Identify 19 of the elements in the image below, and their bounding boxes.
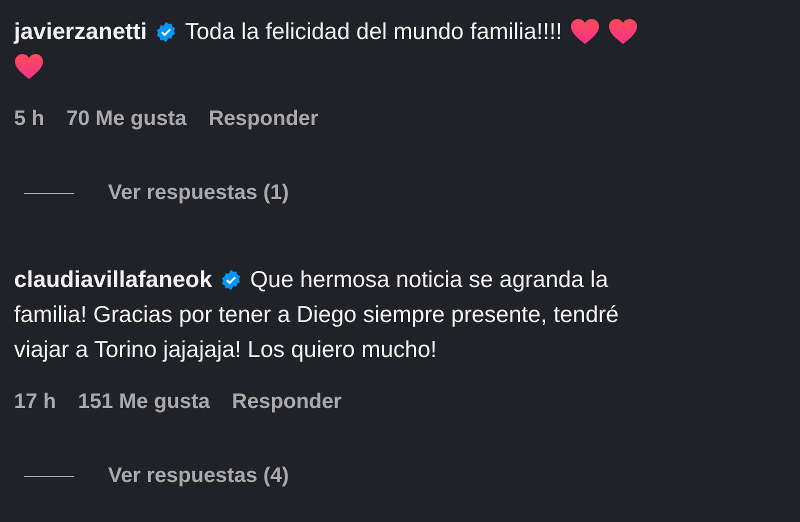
likes-count[interactable]: 151 Me gusta <box>78 390 210 414</box>
heart-icon <box>608 18 638 45</box>
comment-text: familia! Gracias por tener a Diego siempre presente, tendré <box>14 301 619 328</box>
verified-badge-icon <box>220 268 242 290</box>
heart-icon <box>570 18 600 45</box>
reply-button[interactable]: Responder <box>208 107 318 131</box>
comment-text: viajar a Torino jajajaja! Los quiero mucho! <box>14 336 437 363</box>
verified-badge-icon <box>154 20 177 42</box>
view-replies-button[interactable]: Ver respuestas (4) <box>108 464 289 488</box>
comment-text: Toda la felicidad del mundo familia!!!! <box>184 18 562 45</box>
comment-time: 5 h <box>14 107 44 131</box>
likes-count[interactable]: 70 Me gusta <box>66 107 187 131</box>
reply-button[interactable]: Responder <box>232 390 342 414</box>
view-replies-button[interactable]: Ver respuestas (1) <box>108 181 289 205</box>
username[interactable]: claudiavillafaneok <box>14 266 212 293</box>
comment-text: Que hermosa noticia se agranda la <box>250 266 608 293</box>
heart-icon <box>14 53 44 80</box>
comment-time: 17 h <box>14 390 56 414</box>
username[interactable]: javierzanetti <box>14 18 147 45</box>
